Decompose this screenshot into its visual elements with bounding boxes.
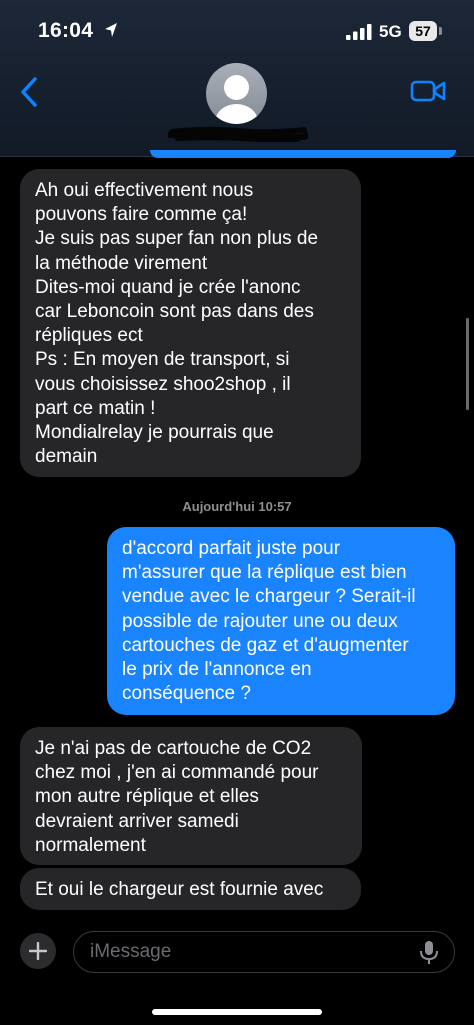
cellular-signal-icon xyxy=(346,24,372,40)
scroll-indicator[interactable] xyxy=(466,318,469,410)
network-type: 5G xyxy=(379,22,402,41)
conversation-header: 16:04 5G 57 xyxy=(0,0,474,157)
message-timestamp: Aujourd'hui 10:57 xyxy=(182,499,292,514)
imessage-input[interactable] xyxy=(73,931,455,973)
person-icon-head xyxy=(224,75,249,100)
plus-icon xyxy=(29,942,47,960)
home-indicator[interactable] xyxy=(152,1009,322,1015)
apps-plus-button[interactable] xyxy=(20,933,56,969)
microphone-icon[interactable] xyxy=(418,940,440,966)
message-bubble-incoming[interactable]: Ah oui effectivement nous pouvons faire … xyxy=(20,169,361,477)
person-icon-body xyxy=(215,104,258,124)
message-bubble-incoming[interactable]: Et oui le chargeur est fournie avec xyxy=(20,868,361,910)
message-bubble-outgoing[interactable]: d'accord parfait juste pour m'assurer qu… xyxy=(107,527,455,715)
location-arrow-icon xyxy=(105,23,117,37)
message-bubble-incoming[interactable]: Je n'ai pas de cartouche de CO2 chez moi… xyxy=(20,727,362,865)
previous-outgoing-bubble-edge xyxy=(150,150,456,158)
battery-nub xyxy=(439,27,442,35)
status-time: 16:04 xyxy=(38,19,94,42)
back-chevron-icon[interactable] xyxy=(16,74,46,110)
video-camera-icon[interactable] xyxy=(410,78,446,104)
redacted-contact-name[interactable] xyxy=(168,126,308,142)
contact-avatar[interactable] xyxy=(206,63,267,124)
status-bar: 16:04 5G 57 xyxy=(0,0,474,60)
battery-level: 57 xyxy=(409,21,437,41)
